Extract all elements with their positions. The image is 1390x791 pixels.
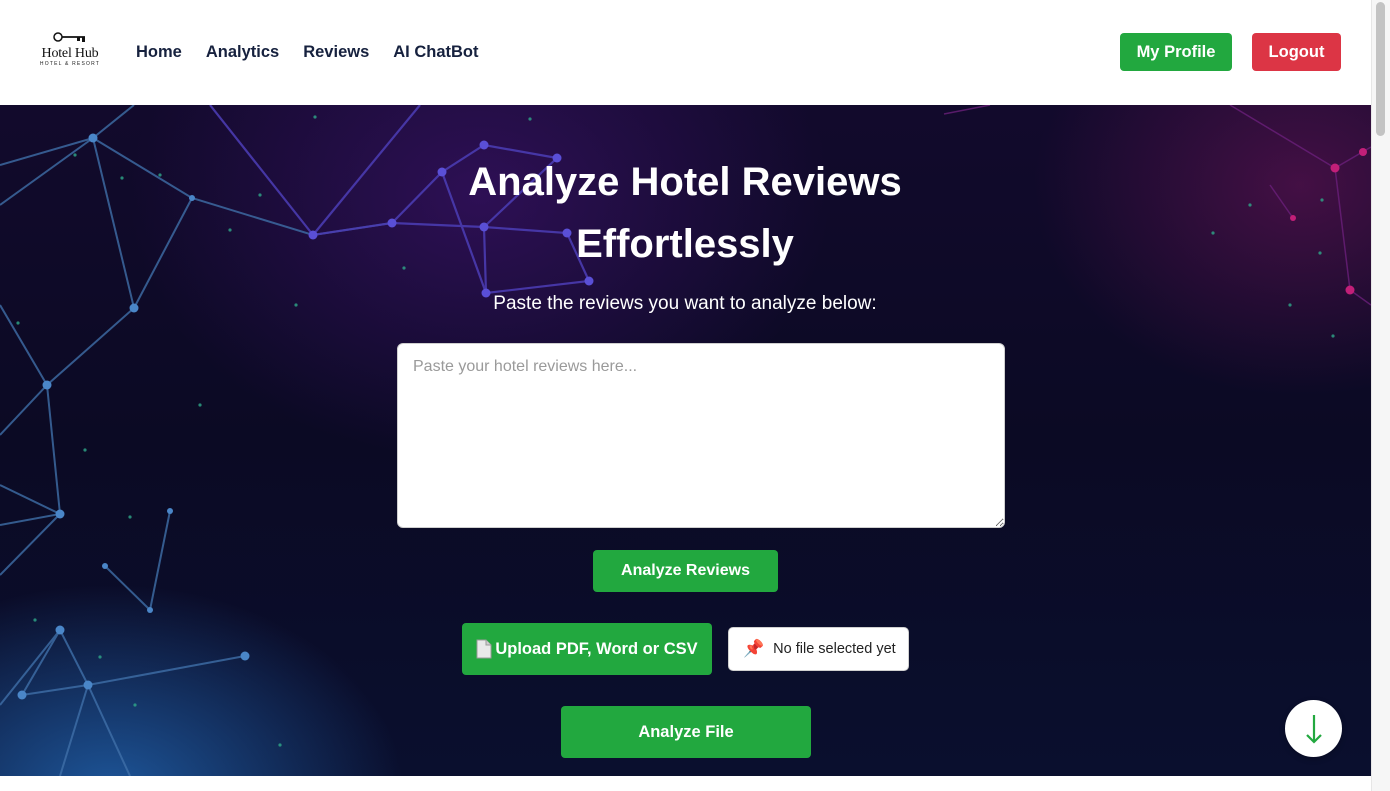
file-status-text: No file selected yet (773, 641, 896, 657)
hero-section: Analyze Hotel Reviews Effortlessly Paste… (0, 105, 1371, 776)
title-line-2: Effortlessly (576, 222, 794, 266)
title-line-1: Analyze Hotel Reviews (468, 160, 902, 204)
logout-button[interactable]: Logout (1252, 33, 1341, 71)
nav-reviews[interactable]: Reviews (303, 42, 369, 62)
my-profile-button[interactable]: My Profile (1120, 33, 1232, 71)
reviews-textarea[interactable] (397, 343, 1005, 528)
page-title: Analyze Hotel Reviews Effortlessly (385, 151, 985, 275)
analyze-file-button[interactable]: Analyze File (561, 706, 811, 758)
upload-button-label: Upload PDF, Word or CSV (495, 639, 698, 658)
page-subtitle: Paste the reviews you want to analyze be… (493, 293, 877, 314)
nav-analytics[interactable]: Analytics (206, 42, 279, 62)
upload-file-button[interactable]: Upload PDF, Word or CSV (462, 623, 712, 675)
nav-ai-chatbot[interactable]: AI ChatBot (393, 42, 478, 62)
file-status-box: 📌 No file selected yet (728, 627, 909, 671)
nav-home[interactable]: Home (136, 42, 182, 62)
scroll-down-button[interactable] (1285, 700, 1342, 757)
vertical-scrollbar[interactable] (1371, 0, 1390, 791)
logo-tagline: HOTEL & RESORT (39, 61, 101, 67)
page-bottom (0, 776, 1371, 791)
document-icon (476, 639, 492, 659)
pushpin-icon: 📌 (743, 639, 765, 658)
arrow-down-icon (1305, 714, 1322, 744)
analyze-reviews-button[interactable]: Analyze Reviews (593, 550, 778, 592)
hotel-hub-logo[interactable]: Hotel Hub HOTEL & RESORT (36, 30, 104, 70)
logo-name: Hotel Hub (41, 46, 99, 61)
top-navbar: Hotel Hub HOTEL & RESORT Home Analytics … (0, 0, 1371, 105)
scrollbar-thumb[interactable] (1376, 2, 1385, 136)
key-icon (53, 32, 85, 42)
main-nav: Home Analytics Reviews AI ChatBot (136, 42, 503, 62)
